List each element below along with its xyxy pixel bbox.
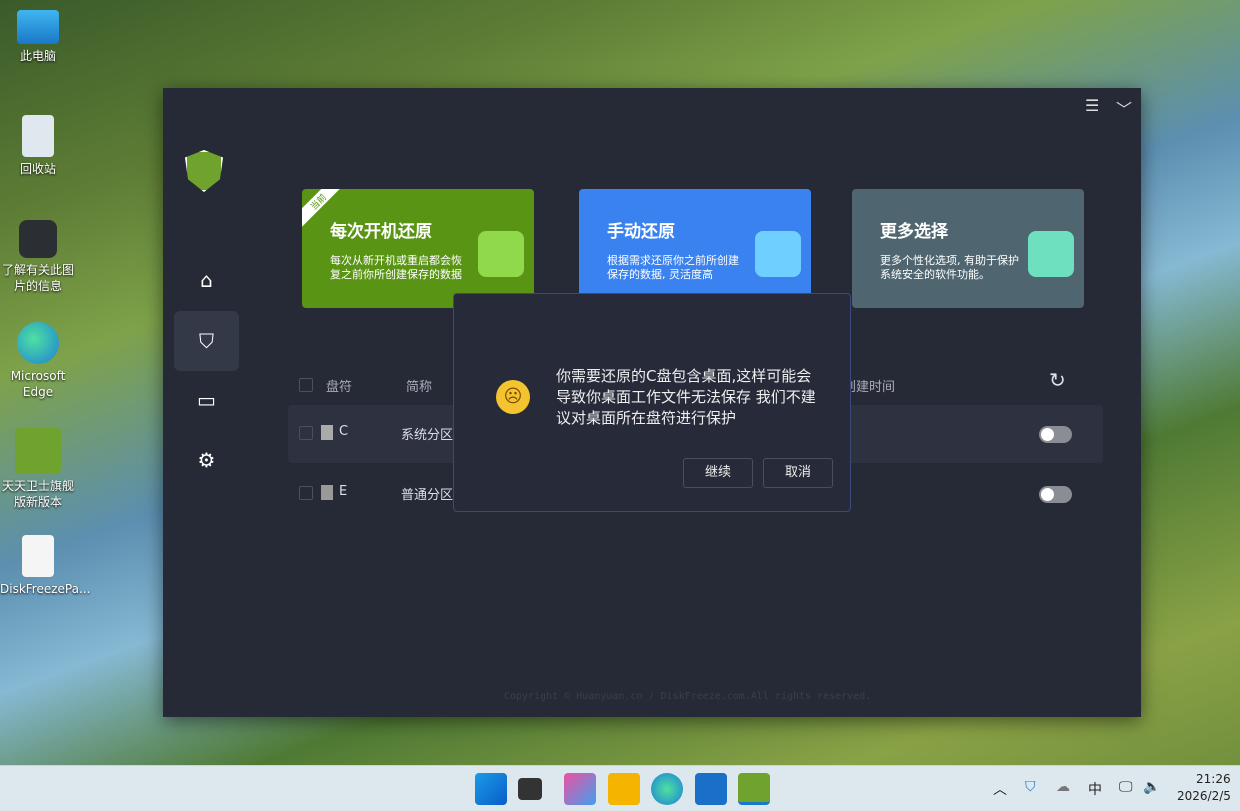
- menu-icon[interactable]: ☰: [1085, 96, 1099, 115]
- current-badge: 当前: [302, 189, 342, 228]
- card-manual-restore[interactable]: 手动还原 根据需求还原你之前所创建保存的数据, 灵活度高: [579, 189, 811, 308]
- drive-icon: [321, 425, 333, 440]
- chevron-up-icon[interactable]: ︿: [993, 779, 1007, 799]
- m365-icon[interactable]: [564, 773, 596, 805]
- task-view-icon[interactable]: [518, 778, 542, 800]
- shield-icon[interactable]: ⛉: [174, 311, 239, 371]
- header-drive: 盘符: [326, 380, 353, 395]
- continue-button[interactable]: 继续: [683, 458, 753, 488]
- cloud-icon: [755, 231, 801, 277]
- camera-icon: [19, 220, 57, 258]
- card-desc: 每次从新开机或重启都会恢复之前你所创建保存的数据: [330, 254, 462, 281]
- drive-icon: [321, 485, 333, 500]
- gear-icon[interactable]: ⚙: [174, 430, 239, 490]
- monitor-icon[interactable]: ▭: [174, 370, 239, 430]
- options-icon: [1028, 231, 1074, 277]
- sad-face-icon: ☹: [496, 380, 530, 414]
- taskbar: ︿ ⛉ ☁ 中 🖵 🔈 21:26 2026/2/5: [0, 765, 1240, 811]
- clock-date[interactable]: 2026/2/5: [1177, 789, 1231, 803]
- app-logo: [185, 150, 223, 192]
- start-icon[interactable]: [475, 773, 507, 805]
- home-icon[interactable]: ⌂: [174, 250, 239, 310]
- volume-icon[interactable]: 🔈: [1143, 779, 1160, 795]
- wrench-chat-icon: [478, 231, 524, 277]
- edge-icon[interactable]: [651, 773, 683, 805]
- drive-letter: C: [339, 424, 349, 439]
- recycle-bin-icon: [22, 115, 54, 157]
- shield-icon: [15, 428, 61, 474]
- security-warning-icon[interactable]: ⛉: [1025, 779, 1036, 795]
- row-checkbox[interactable]: [299, 426, 313, 440]
- cancel-button[interactable]: 取消: [763, 458, 833, 488]
- monitor-icon: [17, 10, 59, 44]
- desktop-icon-file[interactable]: DiskFreezePa...: [0, 535, 90, 597]
- desktop-icon-edge[interactable]: Microsoft Edge: [0, 322, 76, 400]
- store-icon[interactable]: [695, 773, 727, 805]
- protect-toggle[interactable]: [1039, 486, 1072, 503]
- drive-letter: E: [339, 484, 348, 499]
- drive-name: 普通分区: [401, 488, 454, 503]
- document-icon: [22, 535, 54, 577]
- desktop-icon-learn-image[interactable]: 了解有关此图片的信息: [0, 220, 76, 294]
- warning-dialog: ☹ 你需要还原的C盘包含桌面,这样可能会导致你桌面工作文件无法保存 我们不建议对…: [453, 293, 851, 512]
- dialog-message: 你需要还原的C盘包含桌面,这样可能会导致你桌面工作文件无法保存 我们不建议对桌面…: [556, 367, 816, 427]
- drive-name: 系统分区: [401, 428, 454, 443]
- card-boot-restore[interactable]: 当前 每次开机还原 每次从新开机或重启都会恢复之前你所创建保存的数据: [302, 189, 534, 308]
- file-explorer-icon[interactable]: [608, 773, 640, 805]
- chevron-down-icon[interactable]: ﹀: [1116, 96, 1132, 120]
- header-name: 简称: [406, 380, 433, 395]
- select-all-checkbox[interactable]: [299, 378, 313, 392]
- refresh-icon[interactable]: ↻: [1049, 368, 1066, 392]
- network-icon[interactable]: 🖵: [1119, 779, 1133, 795]
- row-checkbox[interactable]: [299, 486, 313, 500]
- desktop-icon-recycle-bin[interactable]: 回收站: [0, 115, 76, 177]
- cloud-info-icon[interactable]: ☁: [1056, 779, 1070, 795]
- card-more-options[interactable]: 更多选择 更多个性化选项, 有助于保护系统安全的软件功能。: [852, 189, 1084, 308]
- edge-icon: [17, 322, 59, 364]
- protect-toggle[interactable]: [1039, 426, 1072, 443]
- card-desc: 更多个性化选项, 有助于保护系统安全的软件功能。: [880, 254, 1019, 281]
- desktop-icon-ttws[interactable]: 天天卫士旗舰版新版本: [0, 428, 76, 510]
- desktop-icon-this-pc[interactable]: 此电脑: [0, 10, 76, 64]
- card-desc: 根据需求还原你之前所创建保存的数据, 灵活度高: [607, 254, 739, 281]
- copyright: Copyright © Huanyuan.cn / DiskFreeze.com…: [504, 691, 872, 702]
- ime-indicator[interactable]: 中: [1088, 779, 1102, 799]
- clock-time[interactable]: 21:26: [1196, 772, 1231, 786]
- ttws-app-icon[interactable]: [738, 773, 770, 805]
